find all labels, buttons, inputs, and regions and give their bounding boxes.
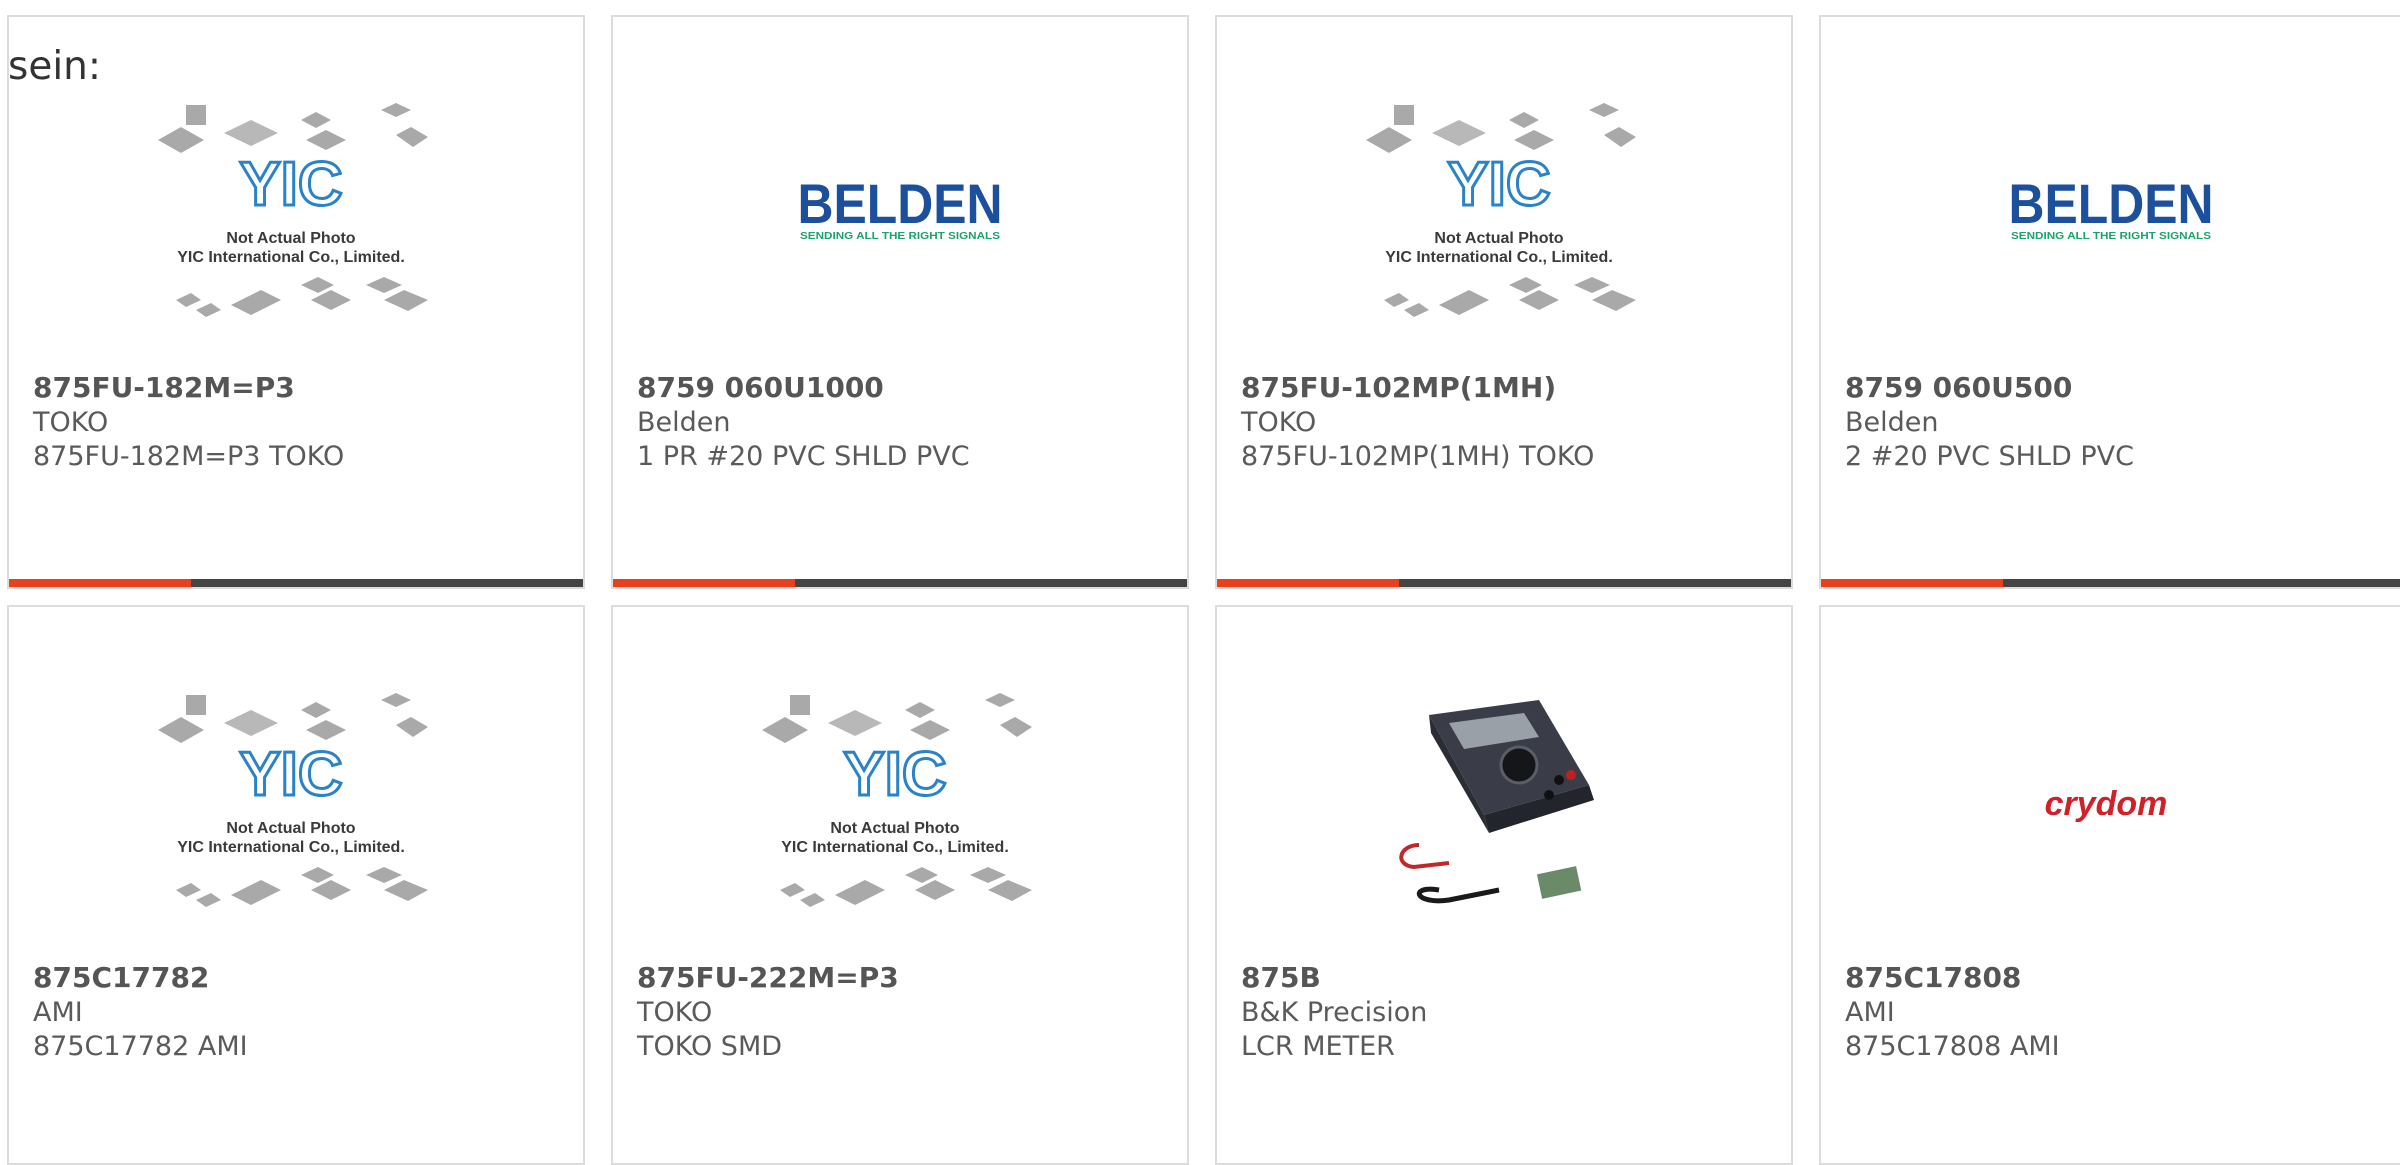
manufacturer: AMI [1845, 997, 1895, 1028]
svg-text:BELDEN: BELDEN [2008, 175, 2213, 235]
svg-text:SENDING ALL THE RIGHT SIGNALS: SENDING ALL THE RIGHT SIGNALS [800, 231, 1000, 242]
card-bar [9, 579, 583, 587]
lcr-meter-icon [1399, 700, 1594, 904]
product-card[interactable]: YIC Not Actual Photo YIC International C… [7, 15, 585, 589]
svg-text:Not Actual Photo: Not Actual Photo [1434, 230, 1563, 247]
svg-text:crydom: crydom [2044, 785, 2167, 823]
product-image[interactable] [1217, 655, 1791, 955]
svg-text:YIC: YIC [239, 740, 342, 809]
card-bar [613, 579, 1187, 587]
svg-text:SENDING ALL THE RIGHT SIGNALS: SENDING ALL THE RIGHT SIGNALS [2011, 231, 2211, 242]
svg-text:YIC: YIC [239, 150, 342, 219]
part-number[interactable]: 875FU-102MP(1MH) [1241, 371, 1556, 404]
description: 2 #20 PVC SHLD PVC [1845, 441, 2134, 472]
description: 875C17808 AMI [1845, 1031, 2060, 1062]
svg-text:YIC International Co., Limited: YIC International Co., Limited. [177, 249, 405, 266]
card-bar-accent [9, 579, 191, 587]
part-number[interactable]: 8759 060U1000 [637, 371, 884, 404]
product-image[interactable]: BELDEN SENDING ALL THE RIGHT SIGNALS [1821, 65, 2400, 365]
description: LCR METER [1241, 1031, 1395, 1062]
product-card[interactable]: YIC Not Actual Photo YIC International C… [7, 605, 585, 1165]
product-image[interactable]: YIC Not Actual Photo YIC International C… [1217, 65, 1791, 365]
manufacturer: B&K Precision [1241, 997, 1428, 1028]
manufacturer: Belden [637, 407, 731, 438]
part-number[interactable]: 875FU-222M=P3 [637, 961, 899, 994]
svg-text:BELDEN: BELDEN [798, 175, 1003, 235]
part-number[interactable]: 875FU-182M=P3 [33, 371, 295, 404]
product-image[interactable]: BELDEN SENDING ALL THE RIGHT SIGNALS [613, 65, 1187, 365]
part-number[interactable]: 875B [1241, 961, 1321, 994]
manufacturer: TOKO [637, 997, 713, 1028]
description: 875FU-182M=P3 TOKO [33, 441, 345, 472]
card-bar [1821, 579, 2400, 587]
svg-text:YIC International Co., Limited: YIC International Co., Limited. [177, 839, 405, 856]
belden-logo-icon: BELDEN SENDING ALL THE RIGHT SIGNALS [798, 175, 1003, 242]
yic-placeholder-icon: YIC Not Actual Photo YIC International C… [158, 103, 428, 317]
belden-logo-icon: BELDEN SENDING ALL THE RIGHT SIGNALS [2008, 175, 2213, 242]
svg-text:YIC International Co., Limited: YIC International Co., Limited. [781, 839, 1009, 856]
card-bar-accent [1217, 579, 1399, 587]
description: TOKO SMD [637, 1031, 783, 1062]
product-card[interactable]: BELDEN SENDING ALL THE RIGHT SIGNALS 875… [611, 15, 1189, 589]
overlay-text: sein: [8, 44, 102, 89]
card-bar [1217, 579, 1791, 587]
description: 875C17782 AMI [33, 1031, 248, 1062]
product-card[interactable]: BELDEN SENDING ALL THE RIGHT SIGNALS 875… [1819, 15, 2400, 589]
svg-text:YIC: YIC [843, 740, 946, 809]
product-card[interactable]: YIC Not Actual Photo YIC International C… [1215, 15, 1793, 589]
yic-placeholder-icon: YIC Not Actual Photo YIC International C… [158, 693, 428, 907]
part-number[interactable]: 8759 060U500 [1845, 371, 2072, 404]
product-card[interactable]: YIC Not Actual Photo YIC International C… [611, 605, 1189, 1165]
product-image[interactable]: YIC Not Actual Photo YIC International C… [9, 655, 583, 955]
product-image[interactable]: YIC Not Actual Photo YIC International C… [613, 655, 1187, 955]
manufacturer: Belden [1845, 407, 1939, 438]
svg-text:YIC International Co., Limited: YIC International Co., Limited. [1385, 249, 1613, 266]
svg-text:Not Actual Photo: Not Actual Photo [226, 230, 355, 247]
crydom-logo-icon: crydom [2044, 785, 2167, 823]
product-image[interactable]: YIC Not Actual Photo YIC International C… [9, 65, 583, 365]
part-number[interactable]: 875C17808 [1845, 961, 2021, 994]
manufacturer: AMI [33, 997, 83, 1028]
svg-text:Not Actual Photo: Not Actual Photo [830, 820, 959, 837]
product-image[interactable]: crydom [1821, 655, 2400, 955]
yic-placeholder-icon: YIC Not Actual Photo YIC International C… [762, 693, 1032, 907]
card-bar-accent [613, 579, 795, 587]
product-card[interactable]: 875B B&K Precision LCR METER [1215, 605, 1793, 1165]
part-number[interactable]: 875C17782 [33, 961, 209, 994]
product-card[interactable]: crydom 875C17808 AMI 875C17808 AMI [1819, 605, 2400, 1165]
card-bar-accent [1821, 579, 2003, 587]
svg-text:Not Actual Photo: Not Actual Photo [226, 820, 355, 837]
yic-placeholder-icon: YIC Not Actual Photo YIC International C… [1366, 103, 1636, 317]
manufacturer: TOKO [1241, 407, 1317, 438]
description: 875FU-102MP(1MH) TOKO [1241, 441, 1595, 472]
manufacturer: TOKO [33, 407, 109, 438]
svg-text:YIC: YIC [1447, 150, 1550, 219]
description: 1 PR #20 PVC SHLD PVC [637, 441, 970, 472]
